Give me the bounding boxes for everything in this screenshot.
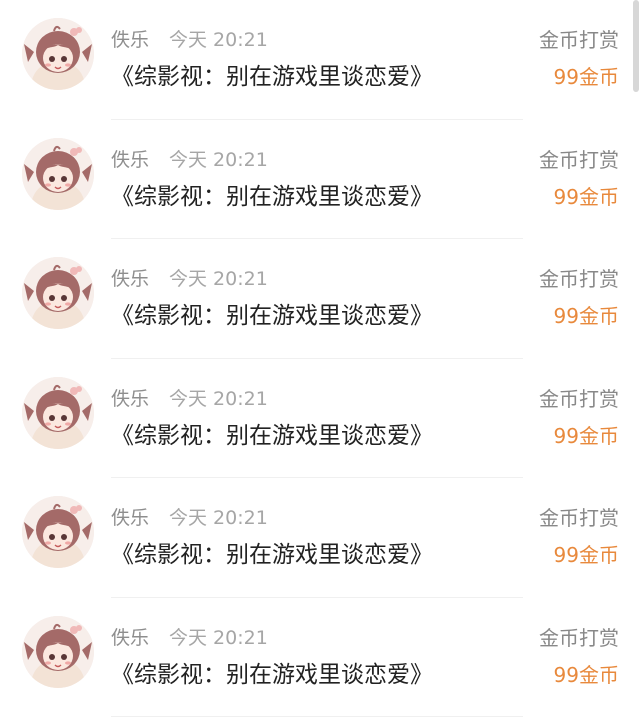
avatar[interactable] [22, 257, 94, 329]
anime-girl-avatar-icon [22, 496, 94, 568]
reward-record-row[interactable]: 佚乐 今天 20:21 《综影视：别在游戏里谈恋爱》 金币打赏 99金币 [0, 239, 640, 359]
timestamp: 今天 20:21 [169, 387, 268, 410]
reward-record-row[interactable]: 佚乐 今天 20:21 《综影视：别在游戏里谈恋爱》 金币打赏 99金币 [0, 359, 640, 478]
reward-type: 金币打赏 [539, 625, 619, 650]
anime-girl-avatar-icon [22, 257, 94, 329]
reward-amount: 99金币 [553, 662, 619, 687]
reward-amount: 99金币 [553, 543, 619, 567]
user-name[interactable]: 佚乐 [111, 267, 149, 291]
timestamp: 今天 20:21 [169, 29, 268, 51]
user-name[interactable]: 佚乐 [111, 387, 149, 411]
reward-amount: 99金币 [553, 65, 619, 89]
timestamp: 今天 20:21 [169, 507, 268, 529]
anime-girl-avatar-icon [22, 376, 94, 449]
book-title[interactable]: 《综影视：别在游戏里谈恋爱》 [111, 660, 433, 690]
user-name[interactable]: 佚乐 [111, 28, 149, 52]
avatar[interactable] [22, 18, 94, 90]
reward-record-row[interactable]: 佚乐 今天 20:21 《综影视：别在游戏里谈恋爱》 金币打赏 99金币 [0, 478, 640, 598]
anime-girl-avatar-icon [22, 615, 94, 688]
book-title[interactable]: 《综影视：别在游戏里谈恋爱》 [111, 421, 433, 451]
divider [111, 716, 523, 717]
reward-record-row[interactable]: 佚乐 今天 20:21 《综影视：别在游戏里谈恋爱》 金币打赏 99金币 [0, 120, 640, 239]
reward-type: 金币打赏 [539, 28, 619, 52]
reward-amount: 99金币 [553, 184, 619, 209]
user-name[interactable]: 佚乐 [111, 626, 149, 650]
reward-type: 金币打赏 [539, 386, 619, 411]
avatar[interactable] [22, 376, 94, 449]
avatar[interactable] [22, 496, 94, 568]
reward-record-list: 佚乐 今天 20:21 《综影视：别在游戏里谈恋爱》 金币打赏 99金币 佚乐 … [0, 0, 640, 717]
timestamp: 今天 20:21 [169, 626, 268, 649]
scrollbar[interactable] [633, 0, 639, 92]
book-title[interactable]: 《综影视：别在游戏里谈恋爱》 [111, 182, 433, 212]
reward-type: 金币打赏 [539, 267, 619, 291]
book-title[interactable]: 《综影视：别在游戏里谈恋爱》 [111, 301, 433, 331]
reward-type: 金币打赏 [539, 506, 619, 530]
reward-amount: 99金币 [553, 423, 619, 448]
book-title[interactable]: 《综影视：别在游戏里谈恋爱》 [111, 62, 433, 92]
avatar[interactable] [22, 137, 94, 210]
user-name[interactable]: 佚乐 [111, 148, 149, 172]
timestamp: 今天 20:21 [169, 148, 268, 171]
user-name[interactable]: 佚乐 [111, 506, 149, 530]
timestamp: 今天 20:21 [169, 268, 268, 290]
reward-record-row[interactable]: 佚乐 今天 20:21 《综影视：别在游戏里谈恋爱》 金币打赏 99金币 [0, 598, 640, 717]
avatar[interactable] [22, 615, 94, 688]
book-title[interactable]: 《综影视：别在游戏里谈恋爱》 [111, 540, 433, 570]
reward-type: 金币打赏 [539, 147, 619, 172]
anime-girl-avatar-icon [22, 18, 94, 90]
reward-record-row[interactable]: 佚乐 今天 20:21 《综影视：别在游戏里谈恋爱》 金币打赏 99金币 [0, 0, 640, 120]
reward-amount: 99金币 [553, 304, 619, 328]
anime-girl-avatar-icon [22, 137, 94, 210]
